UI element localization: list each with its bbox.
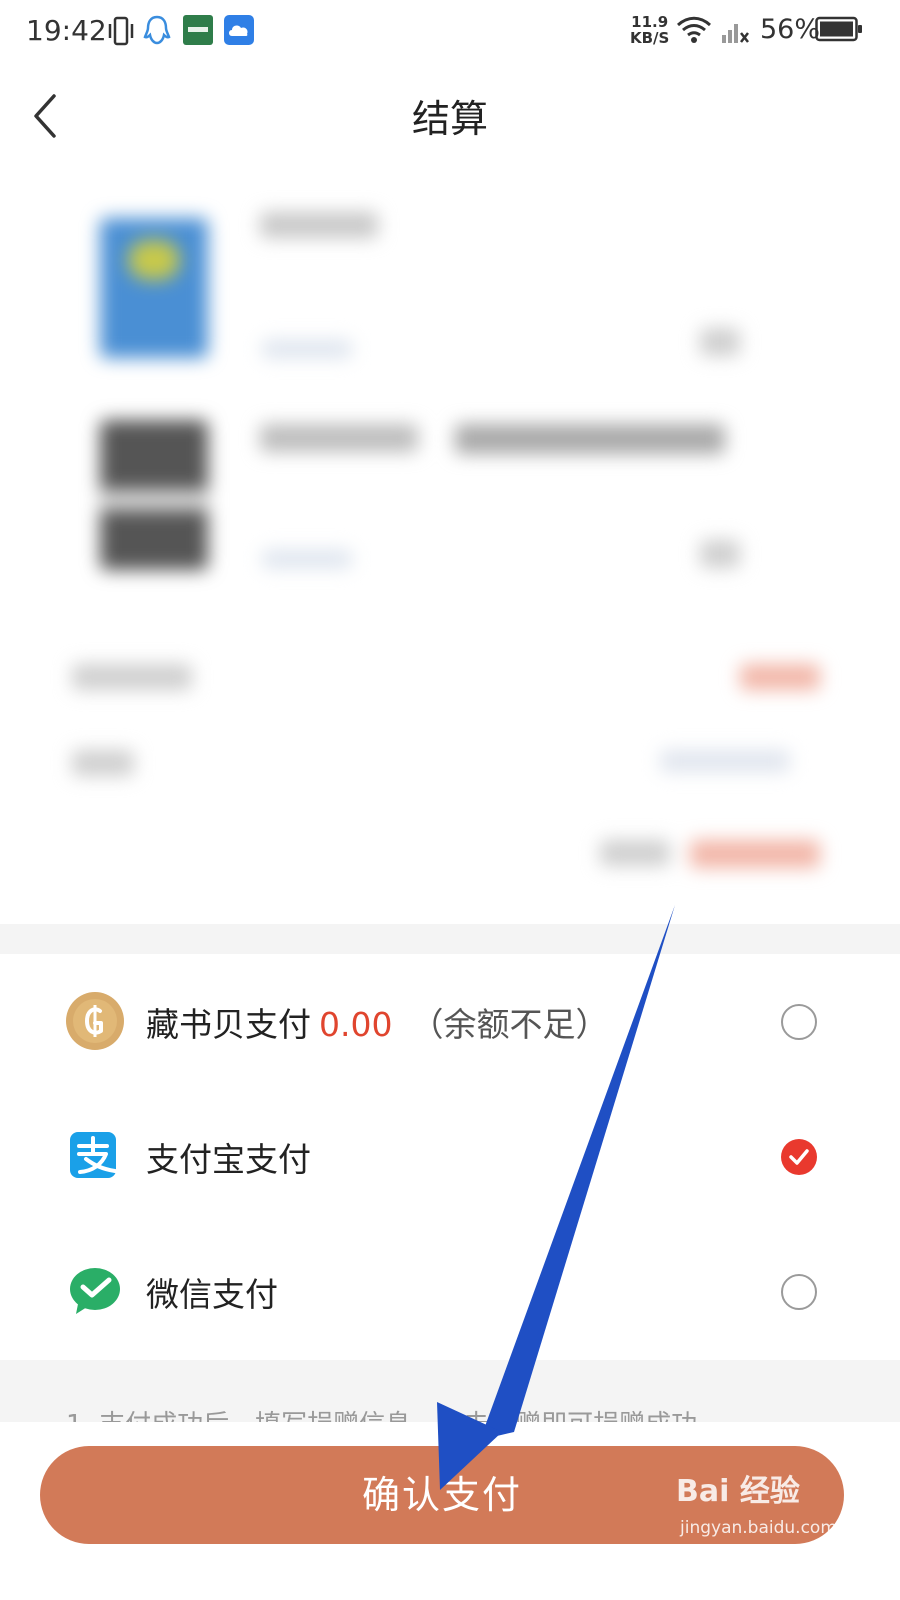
donation-note-area: 1. 支付成功后，填写捐赠信息，点击捐赠即可捐赠成功: [0, 1360, 900, 1422]
page-title: 结算: [411, 97, 488, 141]
battery-icon: [815, 16, 862, 42]
radio-checked[interactable]: [781, 1139, 817, 1175]
blurred-text: [660, 750, 790, 772]
radio-unchecked[interactable]: [781, 1274, 817, 1310]
qq-icon: [143, 15, 171, 45]
blurred-stepper: [700, 328, 740, 356]
blurred-stepper: [700, 540, 740, 568]
coin-icon: [66, 992, 124, 1050]
payment-option-wechat[interactable]: 微信支付: [0, 1224, 900, 1359]
payment-option-label: 藏书贝支付 0.00 （余额不足）: [146, 998, 608, 1046]
balance-amount: 0.00: [319, 1005, 393, 1044]
status-time: 19:42: [26, 14, 107, 47]
blurred-text: [455, 424, 725, 454]
blurred-price: [690, 840, 820, 868]
book-cover-detail: [128, 240, 180, 280]
payment-option-coins[interactable]: 藏书贝支付 0.00 （余额不足）: [0, 954, 900, 1089]
wechat-icon: [70, 1268, 120, 1314]
watermark-brand: Bai 经验: [676, 1474, 800, 1509]
xinhua-bookstore-icon: [183, 15, 213, 45]
blurred-text: [262, 550, 352, 568]
radio-unchecked[interactable]: [781, 1004, 817, 1040]
header: 结算: [0, 66, 900, 166]
payment-method-name: 藏书贝支付: [146, 1005, 311, 1044]
blurred-text: [260, 212, 378, 238]
watermark-url: jingyan.baidu.com: [680, 1518, 837, 1538]
blurred-text: [260, 424, 418, 452]
status-bar: 19:42 11.9 KB/S 56%: [0, 0, 900, 66]
blurred-text: [600, 840, 670, 866]
baidu-jingyan-watermark: Bai 经验 jingyan.baidu.com: [676, 1466, 876, 1556]
cloud-icon: [224, 15, 254, 45]
alipay-icon: [70, 1132, 117, 1178]
check-icon: [789, 1149, 809, 1165]
battery-percent: 56%: [760, 14, 821, 45]
vibrate-icon: [108, 16, 134, 46]
blurred-text: [72, 664, 192, 690]
payment-option-label: 微信支付: [146, 1275, 278, 1314]
blurred-text: [72, 750, 134, 776]
blurred-price: [740, 664, 820, 690]
net-speed: 11.9 KB/S: [630, 14, 669, 46]
wifi-icon: [676, 16, 712, 43]
book-cover-detail: [100, 490, 208, 510]
balance-note: （余额不足）: [410, 1005, 609, 1044]
donation-note: 1. 支付成功后，填写捐赠信息，点击捐赠即可捐赠成功: [66, 1404, 697, 1422]
section-divider: [0, 924, 900, 954]
book-cover: [100, 218, 208, 358]
signal-icon: [722, 24, 749, 43]
payment-option-label: 支付宝支付: [146, 1140, 311, 1179]
net-speed-unit: KB/S: [630, 29, 670, 47]
blurred-text: [262, 340, 352, 358]
payment-option-alipay[interactable]: 支付宝支付: [0, 1089, 900, 1224]
net-speed-value: 11.9: [631, 13, 669, 31]
order-summary-blurred: [0, 190, 900, 920]
